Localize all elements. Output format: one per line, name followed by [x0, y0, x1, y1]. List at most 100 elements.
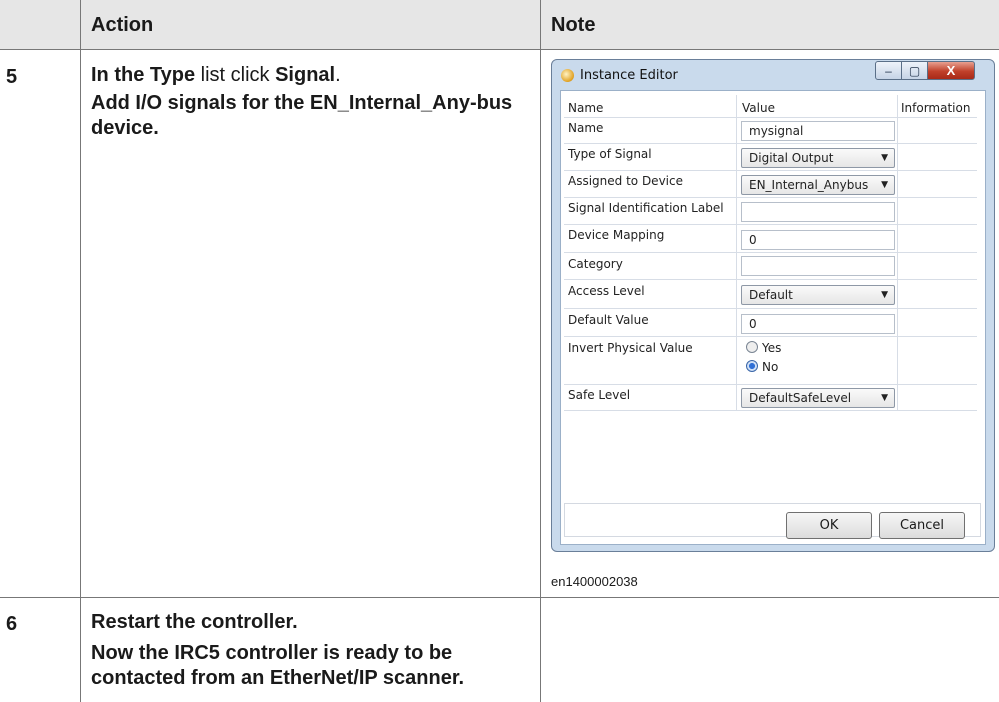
radio-unchecked-icon	[746, 341, 758, 353]
selected-value: Default	[749, 288, 793, 302]
type-of-signal-select[interactable]: Digital Output ▼	[741, 148, 895, 168]
action-text: list click	[195, 64, 276, 86]
grid-row: Name mysignal	[564, 117, 977, 144]
dropdown-arrow-icon: ▼	[881, 153, 888, 163]
action-text: Restart the controller.	[91, 611, 298, 633]
action-text: In the	[91, 64, 150, 86]
property-name: Name	[568, 121, 604, 135]
column-header-information: Information	[901, 101, 971, 115]
grid-row: Signal Identification Label	[564, 197, 977, 225]
column-separator	[897, 252, 898, 279]
property-name: Default Value	[568, 313, 649, 327]
column-separator	[897, 224, 898, 252]
property-name: Type of Signal	[568, 147, 652, 161]
step-action: Restart the controller. Now the IRC5 con…	[91, 610, 531, 691]
column-separator	[736, 336, 737, 384]
maximize-button[interactable]: ▢	[901, 61, 928, 80]
title-bar[interactable]: Instance Editor – ▢ X	[552, 60, 994, 90]
column-separator	[736, 308, 737, 336]
grid-row: Category	[564, 252, 977, 280]
close-button[interactable]: X	[927, 61, 975, 80]
column-separator	[897, 308, 898, 336]
dropdown-arrow-icon: ▼	[881, 180, 888, 190]
column-separator	[897, 117, 898, 143]
grid-header: Name Value Information	[564, 95, 977, 118]
figure-id: en1400002038	[551, 574, 638, 589]
property-name: Signal Identification Label	[568, 201, 724, 215]
action-keyword: Signal	[275, 64, 336, 86]
ok-button[interactable]: OK	[786, 512, 872, 539]
minimize-icon: –	[885, 64, 892, 78]
column-separator	[897, 143, 898, 170]
column-separator	[897, 279, 898, 308]
maximize-icon: ▢	[908, 64, 921, 78]
assigned-to-device-select[interactable]: EN_Internal_Anybus ▼	[741, 175, 895, 195]
device-mapping-field[interactable]: 0	[741, 230, 895, 250]
dropdown-arrow-icon: ▼	[881, 393, 888, 403]
divider	[80, 0, 81, 702]
selected-value: DefaultSafeLevel	[749, 391, 852, 405]
grid-row: Safe Level DefaultSafeLevel ▼	[564, 384, 977, 411]
name-field[interactable]: mysignal	[741, 121, 895, 141]
column-separator	[736, 143, 737, 170]
invert-yes-radio[interactable]: Yes	[746, 341, 781, 355]
header-action: Action	[91, 14, 154, 36]
column-separator	[897, 197, 898, 224]
radio-checked-icon	[746, 360, 758, 372]
minimize-button[interactable]: –	[875, 61, 902, 80]
grid-row: Type of Signal Digital Output ▼	[564, 143, 977, 171]
column-separator	[736, 197, 737, 224]
grid-row: Invert Physical Value Yes No	[564, 336, 977, 385]
step-action: In the Type list click Signal. Add I/O s…	[91, 63, 541, 141]
action-keyword: Type	[149, 64, 196, 86]
dialog-body: Name Value Information Name mysignal Typ…	[560, 90, 986, 545]
column-header-value: Value	[742, 101, 775, 115]
window-title: Instance Editor	[580, 68, 678, 83]
property-name: Assigned to Device	[568, 174, 683, 188]
header-note: Note	[551, 14, 596, 36]
column-separator	[736, 384, 737, 410]
action-text: .	[335, 64, 341, 86]
access-level-select[interactable]: Default ▼	[741, 285, 895, 305]
column-separator	[897, 384, 898, 410]
property-name: Safe Level	[568, 388, 631, 402]
signal-identification-label-field[interactable]	[741, 202, 895, 222]
selected-value: Digital Output	[749, 151, 834, 165]
column-separator	[736, 224, 737, 252]
column-separator	[897, 95, 898, 117]
grid-row: Access Level Default ▼	[564, 279, 977, 309]
step-number: 6	[6, 613, 18, 635]
category-field[interactable]	[741, 256, 895, 276]
grid-row: Default Value 0	[564, 308, 977, 337]
selected-value: EN_Internal_Anybus	[749, 178, 869, 192]
cancel-button[interactable]: Cancel	[879, 512, 965, 539]
property-name: Category	[568, 257, 623, 271]
column-separator	[736, 95, 737, 117]
divider	[0, 597, 999, 598]
grid-row: Assigned to Device EN_Internal_Anybus ▼	[564, 170, 977, 198]
column-separator	[736, 252, 737, 279]
action-text: Add I/O signals for the EN_Internal_Any-…	[91, 92, 513, 139]
property-name: Access Level	[568, 284, 645, 298]
safe-level-select[interactable]: DefaultSafeLevel ▼	[741, 388, 895, 408]
step-number: 5	[6, 66, 18, 88]
column-header-name: Name	[568, 101, 604, 115]
instance-editor-window: Instance Editor – ▢ X Name Value Informa…	[551, 59, 995, 552]
app-icon	[561, 69, 574, 82]
property-name: Invert Physical Value	[568, 341, 693, 355]
radio-label: Yes	[762, 341, 782, 355]
column-separator	[897, 336, 898, 384]
dropdown-arrow-icon: ▼	[881, 290, 888, 300]
invert-no-radio[interactable]: No	[746, 360, 778, 374]
column-separator	[736, 170, 737, 197]
close-icon: X	[946, 63, 956, 78]
column-separator	[897, 170, 898, 197]
default-value-field[interactable]: 0	[741, 314, 895, 334]
grid-row: Device Mapping 0	[564, 224, 977, 253]
radio-label: No	[762, 360, 779, 374]
property-name: Device Mapping	[568, 228, 665, 242]
action-text: Now the IRC5 controller is ready to be c…	[91, 642, 465, 689]
divider	[0, 49, 999, 50]
column-separator	[736, 117, 737, 143]
column-separator	[736, 279, 737, 308]
